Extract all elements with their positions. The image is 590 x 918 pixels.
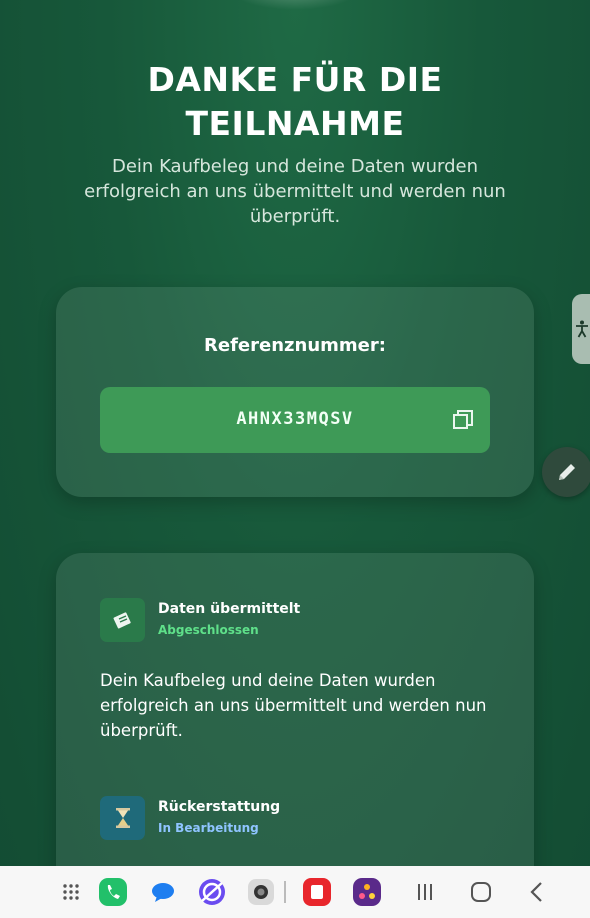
messages-icon[interactable] bbox=[148, 877, 178, 907]
edit-button[interactable] bbox=[542, 447, 590, 497]
page-subtitle: Dein Kaufbeleg und deine Daten wurden er… bbox=[84, 156, 506, 227]
title-line-2: TEILNAHME bbox=[185, 104, 405, 143]
step-2-status: In Bearbeitung bbox=[158, 821, 259, 835]
camera-icon[interactable] bbox=[246, 877, 276, 907]
phone-icon[interactable] bbox=[98, 877, 128, 907]
apps-icon[interactable] bbox=[56, 877, 86, 907]
title-line-1: DANKE FÜR DIE bbox=[147, 60, 443, 99]
system-navigation-bar bbox=[0, 866, 590, 918]
home-icon[interactable] bbox=[466, 877, 496, 907]
receipt-icon bbox=[100, 598, 145, 642]
step-2-title: Rückerstattung bbox=[158, 799, 281, 815]
top-glow bbox=[230, 0, 360, 10]
step-1-title: Daten übermittelt bbox=[158, 601, 301, 617]
reference-label: Referenznummer: bbox=[204, 335, 386, 356]
hourglass-icon bbox=[100, 796, 145, 840]
reference-code: AHNX33MQSV bbox=[236, 409, 354, 429]
reference-code-box[interactable]: AHNX33MQSV bbox=[100, 387, 490, 453]
copy-icon[interactable] bbox=[452, 409, 474, 431]
step-1-description: Dein Kaufbeleg und deine Daten wurden er… bbox=[100, 671, 487, 740]
page-title: DANKE FÜR DIE TEILNAHME bbox=[0, 58, 590, 146]
store-icon[interactable] bbox=[302, 877, 332, 907]
recents-icon[interactable] bbox=[410, 877, 440, 907]
back-icon[interactable] bbox=[522, 877, 552, 907]
status-card: Daten übermittelt Abgeschlossen Dein Kau… bbox=[56, 553, 534, 893]
pencil-icon bbox=[559, 464, 575, 480]
game-icon[interactable] bbox=[352, 877, 382, 907]
reference-card: Referenznummer: AHNX33MQSV bbox=[56, 287, 534, 497]
accessibility-icon bbox=[576, 320, 588, 338]
navbar-divider bbox=[280, 877, 290, 907]
browser-icon[interactable] bbox=[197, 877, 227, 907]
accessibility-tab[interactable] bbox=[572, 294, 590, 364]
step-1-status: Abgeschlossen bbox=[158, 623, 259, 637]
